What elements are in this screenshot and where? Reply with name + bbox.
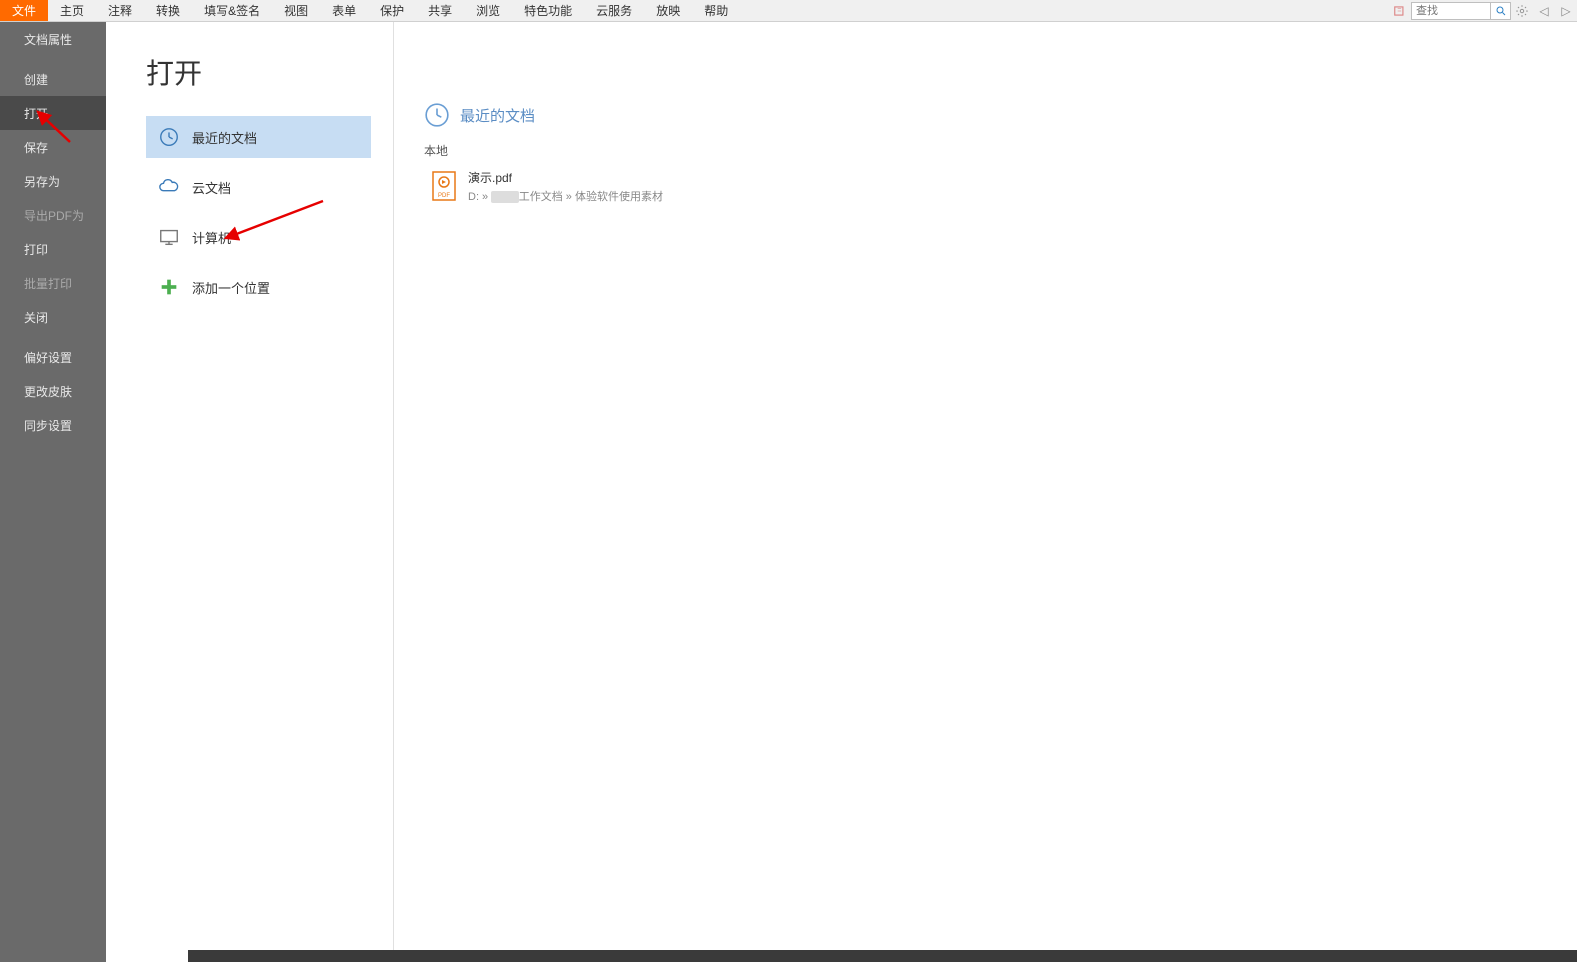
submenu-item-label: 添加一个位置 [192, 278, 270, 297]
menubar-item-6[interactable]: 表单 [320, 0, 368, 21]
content-area: 最近的文档 本地 PDF 演示.pdf D: » xxxxx工作文档 » 体验软件使… [394, 22, 1577, 962]
menubar-item-12[interactable]: 放映 [644, 0, 692, 21]
submenu-panel: 打开 最近的文档云文档计算机添加一个位置 [106, 22, 394, 962]
nav-forward-icon[interactable]: ▷ [1557, 2, 1575, 20]
menubar-item-13[interactable]: 帮助 [692, 0, 740, 21]
sidebar-item: 批量打印 [0, 266, 106, 300]
sidebar-item[interactable]: 打印 [0, 232, 106, 266]
menubar-item-5[interactable]: 视图 [272, 0, 320, 21]
bottom-bar [188, 950, 1577, 962]
submenu-item-label: 计算机 [192, 228, 231, 247]
pdf-file-icon: PDF [432, 171, 456, 201]
sidebar-item[interactable]: 更改皮肤 [0, 374, 106, 408]
menubar-item-9[interactable]: 浏览 [464, 0, 512, 21]
sidebar-item[interactable]: 保存 [0, 130, 106, 164]
sidebar-item[interactable]: 偏好设置 [0, 340, 106, 374]
sidebar-item[interactable]: 另存为 [0, 164, 106, 198]
plus-icon [158, 276, 180, 298]
content-header: 最近的文档 [424, 102, 1547, 128]
submenu-title: 打开 [146, 52, 371, 92]
submenu-item[interactable]: 添加一个位置 [146, 266, 371, 308]
submenu-item[interactable]: 最近的文档 [146, 116, 371, 158]
sidebar-item[interactable]: 打开 [0, 96, 106, 130]
find-icon[interactable] [1391, 2, 1409, 20]
menubar: 文件主页注释转换填写&签名视图表单保护共享浏览特色功能云服务放映帮助 ◁ ▷ [0, 0, 1577, 22]
menubar-item-3[interactable]: 转换 [144, 0, 192, 21]
menubar-item-10[interactable]: 特色功能 [512, 0, 584, 21]
menubar-item-0[interactable]: 文件 [0, 0, 48, 21]
gear-icon[interactable] [1513, 2, 1531, 20]
svg-text:PDF: PDF [438, 193, 450, 199]
submenu-item[interactable]: 云文档 [146, 166, 371, 208]
submenu-item-label: 最近的文档 [192, 128, 257, 147]
menubar-right: ◁ ▷ [1389, 0, 1577, 22]
menubar-item-4[interactable]: 填写&签名 [192, 0, 272, 21]
sidebar: 文档属性创建打开保存另存为导出PDF为打印批量打印关闭偏好设置更改皮肤同步设置 [0, 22, 106, 962]
sidebar-item: 导出PDF为 [0, 198, 106, 232]
menubar-item-7[interactable]: 保护 [368, 0, 416, 21]
submenu-item[interactable]: 计算机 [146, 216, 371, 258]
file-name: 演示.pdf [468, 169, 663, 186]
sidebar-item[interactable]: 文档属性 [0, 22, 106, 56]
menubar-item-2[interactable]: 注释 [96, 0, 144, 21]
menubar-item-11[interactable]: 云服务 [584, 0, 644, 21]
clock-icon [158, 126, 180, 148]
computer-icon [158, 226, 180, 248]
search-input[interactable] [1411, 2, 1491, 20]
sidebar-item[interactable]: 关闭 [0, 300, 106, 334]
content-title: 最近的文档 [460, 105, 535, 126]
local-label: 本地 [424, 142, 1547, 159]
sidebar-item[interactable]: 创建 [0, 62, 106, 96]
cloud-icon [158, 176, 180, 198]
submenu-item-label: 云文档 [192, 178, 231, 197]
clock-icon [424, 102, 450, 128]
sidebar-item[interactable]: 同步设置 [0, 408, 106, 442]
nav-back-icon[interactable]: ◁ [1535, 2, 1553, 20]
search-button[interactable] [1491, 2, 1511, 20]
recent-file-row[interactable]: PDF 演示.pdf D: » xxxxx工作文档 » 体验软件使用素材 [424, 165, 1547, 208]
menubar-item-1[interactable]: 主页 [48, 0, 96, 21]
menubar-item-8[interactable]: 共享 [416, 0, 464, 21]
file-path: D: » xxxxx工作文档 » 体验软件使用素材 [468, 188, 663, 204]
